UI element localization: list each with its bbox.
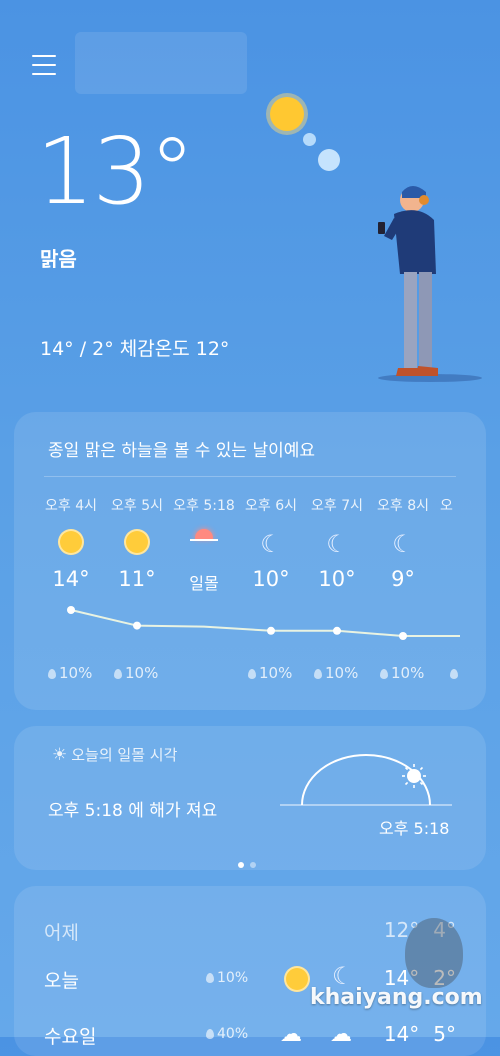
day-label: 어제 [44, 922, 79, 944]
hour-column: 오 [440, 495, 460, 515]
day-label: 수요일 [44, 1026, 97, 1048]
sunset-card-label: ☀ 오늘의 일몰 시각 [52, 745, 178, 765]
hour-column: 오후 6시 ☾ 10° [238, 495, 304, 591]
temperature-point [133, 621, 141, 630]
day-precip: 40% [206, 1026, 248, 1042]
hour-time: 오후 8시 [377, 498, 429, 514]
hour-precip: 10% [48, 664, 92, 682]
cloud-icon: ☁ [330, 1022, 352, 1047]
cloud-icon: ☁ [280, 1022, 302, 1047]
sun-icon [58, 529, 84, 555]
watermark-avatar [405, 918, 463, 988]
moon-icon: ☾ [260, 530, 282, 558]
sun-position-icon [402, 764, 426, 788]
hour-temp: 14° [52, 567, 90, 591]
moon-icon: ☾ [392, 530, 414, 558]
raindrop-icon [206, 1029, 214, 1039]
temperature-point [67, 606, 75, 614]
hour-temp: 10° [252, 567, 290, 591]
bubble-icon [318, 149, 340, 171]
watermark-text: khaiyang.com [310, 985, 483, 1010]
hour-column: 오후 5시 11° [104, 495, 170, 591]
hour-precip [450, 664, 461, 682]
hour-time: 오후 4시 [45, 498, 97, 514]
hour-column: 오후 4시 14° [38, 495, 104, 591]
hour-temp: 11° [118, 567, 156, 591]
daily-row-yesterday[interactable]: 어제 12° 4° [44, 918, 456, 952]
sunset-label: 일몰 [189, 574, 219, 593]
hour-precip: 10% [380, 664, 424, 682]
sun-icon [124, 529, 150, 555]
temperature-point [267, 626, 275, 635]
daily-row-wednesday[interactable]: 수요일 40% ☁ ☁ 14° 5° [44, 1022, 456, 1056]
hi-lo-feels-like: 14° / 2° 체감온도 12° [40, 338, 230, 360]
raindrop-icon [48, 669, 56, 679]
raindrop-icon [114, 669, 122, 679]
sun-outline-icon: ☀ [52, 745, 68, 765]
weather-condition: 맑음 [40, 247, 77, 271]
day-precip: 10% [206, 970, 248, 986]
menu-icon[interactable] [32, 55, 56, 75]
page-dot-active[interactable] [238, 862, 244, 868]
raindrop-icon [206, 973, 214, 983]
day-temps: 14° 5° [383, 1022, 456, 1046]
current-temperature: 13° [36, 118, 195, 225]
sunset-time: 오후 5:18 [379, 819, 450, 838]
hour-precip: 10% [114, 664, 158, 682]
daily-summary: 종일 맑은 하늘을 볼 수 있는 날이예요 [48, 441, 316, 461]
divider [44, 476, 456, 477]
hour-column: 오후 8시 ☾ 9° [370, 495, 436, 591]
sunset-message: 오후 5:18 에 해가 져요 [48, 801, 218, 821]
raindrop-icon [450, 669, 458, 679]
page-indicator[interactable] [238, 853, 262, 872]
raindrop-icon [380, 669, 388, 679]
moon-icon: ☾ [326, 530, 348, 558]
hour-time: 오후 7시 [311, 498, 363, 514]
hour-time: 오 [440, 498, 453, 514]
person-illustration [378, 186, 482, 382]
hour-temp: 9° [391, 567, 415, 591]
hour-column: 오후 5:18 일몰 [171, 495, 237, 594]
temperature-line-chart [67, 606, 460, 640]
raindrop-icon [248, 669, 256, 679]
page-dot[interactable] [250, 862, 256, 868]
hour-temp: 10° [318, 567, 356, 591]
hour-column: 오후 7시 ☾ 10° [304, 495, 370, 591]
sun-icon [284, 966, 310, 992]
hour-time: 오후 5:18 [173, 498, 235, 514]
hour-precip: 10% [248, 664, 292, 682]
temperature-point [399, 632, 407, 640]
temperature-point [333, 626, 341, 635]
sun-illustration-icon [270, 97, 304, 131]
sun-arc-graphic [280, 754, 452, 806]
temperature-line [70, 609, 460, 637]
day-label: 오늘 [44, 970, 79, 992]
hour-time: 오후 6시 [245, 498, 297, 514]
raindrop-icon [314, 669, 322, 679]
hour-precip: 10% [314, 664, 358, 682]
location-placeholder[interactable] [75, 32, 247, 94]
hour-time: 오후 5시 [111, 498, 163, 514]
bubble-icon [303, 133, 316, 146]
sunset-icon [171, 529, 237, 559]
